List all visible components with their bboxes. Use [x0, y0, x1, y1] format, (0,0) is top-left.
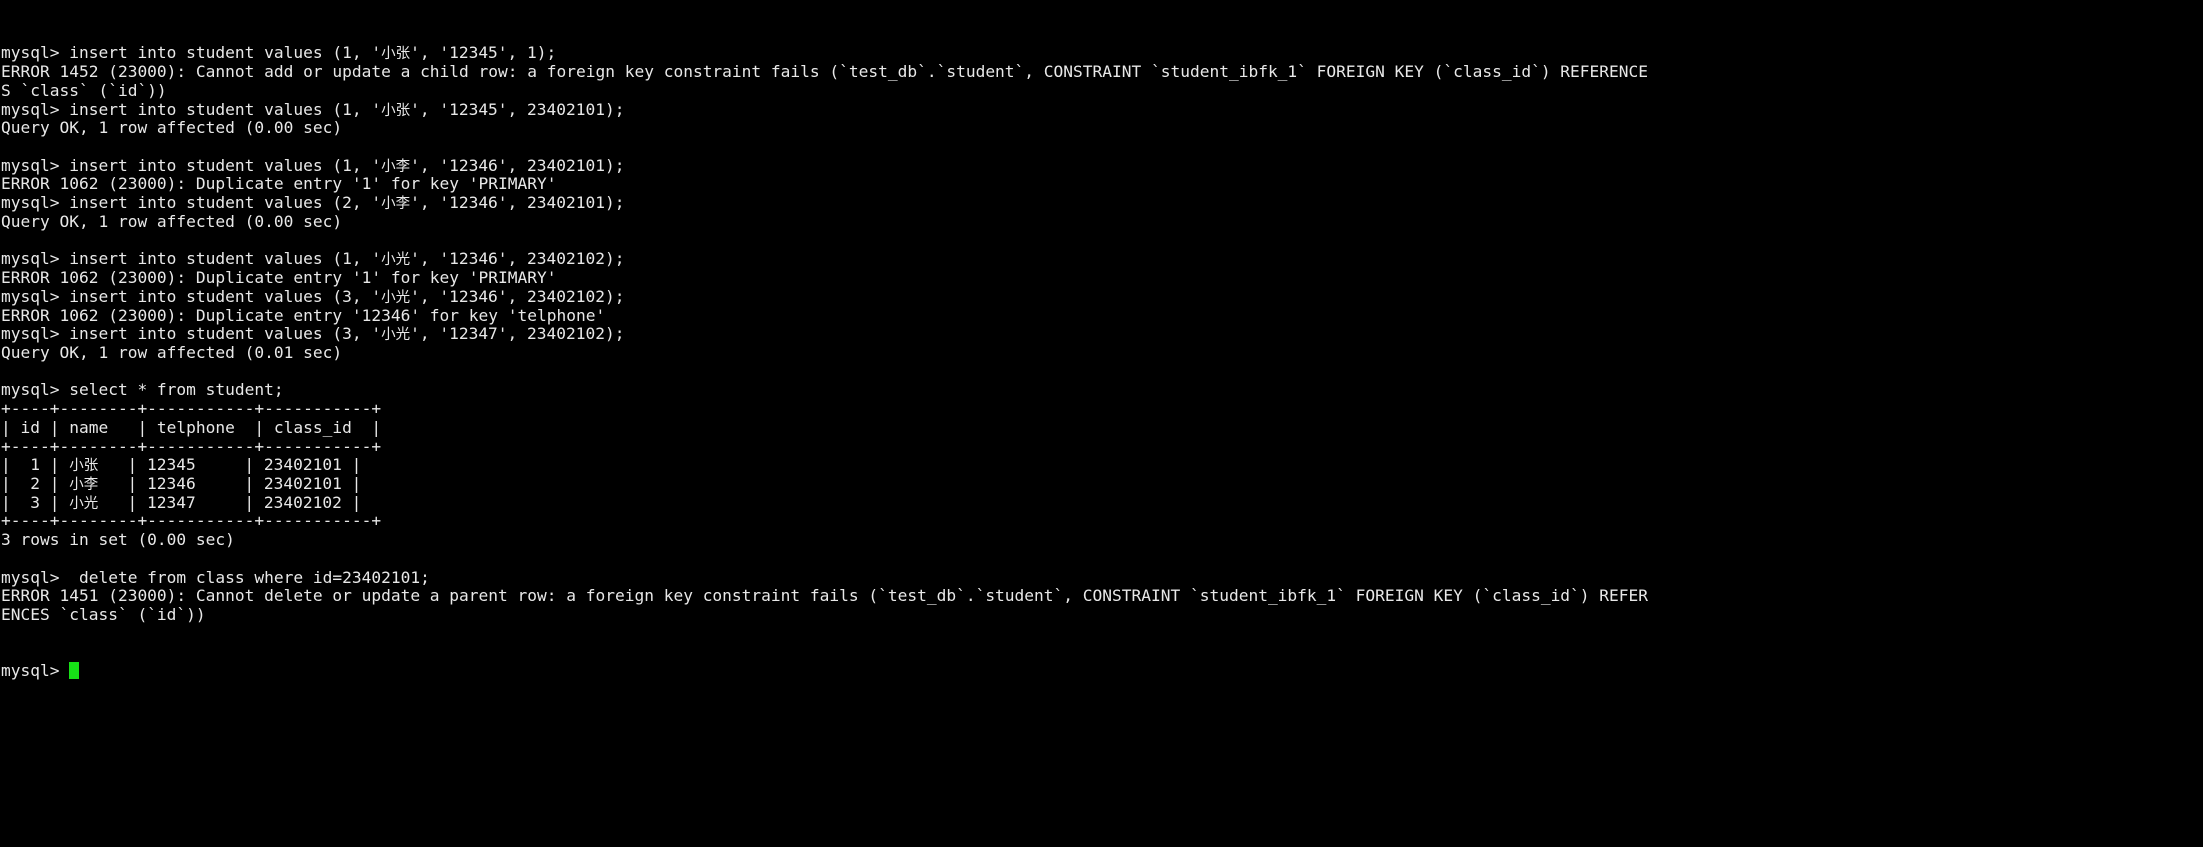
terminal-line: mysql> insert into student values (1, '小…	[1, 43, 557, 63]
terminal-line: ENCES `class` (`id`))	[1, 605, 206, 624]
terminal-line: ERROR 1062 (23000): Duplicate entry '1' …	[1, 174, 557, 194]
cjk-text: 小李	[381, 196, 411, 213]
terminal-line: mysql> select * from student;	[1, 380, 284, 400]
cjk-text: 小光	[381, 252, 411, 269]
terminal-screen[interactable]: mysql> insert into student values (1, '小…	[0, 0, 2203, 847]
terminal-line: +----+--------+-----------+-----------+	[1, 511, 382, 531]
terminal-line: ERROR 1452 (23000): Cannot add or update…	[1, 62, 1649, 82]
terminal-line: mysql> insert into student values (3, '小…	[1, 324, 625, 344]
cjk-text: 小光	[381, 289, 411, 306]
terminal-line: +----+--------+-----------+-----------+	[1, 436, 382, 456]
cjk-text: 小张	[381, 102, 411, 119]
terminal-line: | 1 | 小张 | 12345 | 23402101 |	[1, 455, 362, 475]
terminal-line: ERROR 1062 (23000): Duplicate entry '123…	[1, 305, 606, 325]
terminal-line: Query OK, 1 row affected (0.01 sec)	[1, 342, 343, 362]
cjk-text: 小光	[69, 495, 99, 512]
terminal-line: | 2 | 小李 | 12346 | 23402101 |	[1, 473, 362, 493]
terminal-line: mysql> insert into student values (1, '小…	[1, 155, 625, 175]
cjk-text: 小李	[381, 158, 411, 175]
cjk-text: 小李	[69, 476, 99, 493]
terminal-line: mysql> insert into student values (3, '小…	[1, 286, 625, 306]
terminal-line: mysql> insert into student values (2, '小…	[1, 193, 625, 213]
terminal-line: | id | name | telphone | class_id |	[1, 417, 382, 437]
terminal-line: Query OK, 1 row affected (0.00 sec)	[1, 211, 343, 231]
terminal-line: mysql> delete from class where id=234021…	[1, 567, 430, 587]
terminal-line: ERROR 1451 (23000): Cannot delete or upd…	[1, 586, 1649, 606]
cjk-text: 小光	[381, 327, 411, 344]
terminal-line: | 3 | 小光 | 12347 | 23402102 |	[1, 492, 362, 512]
cjk-text: 小张	[69, 458, 99, 475]
terminal-prompt-line: mysql>	[1, 661, 2203, 681]
cjk-text: 小张	[381, 46, 411, 63]
text-cursor	[69, 662, 79, 680]
terminal-output: mysql> insert into student values (1, '小…	[1, 44, 2203, 624]
terminal-line: +----+--------+-----------+-----------+	[1, 399, 382, 419]
terminal-line: Query OK, 1 row affected (0.00 sec)	[1, 118, 343, 138]
terminal-line: mysql> insert into student values (1, '小…	[1, 99, 625, 119]
terminal-line: ERROR 1062 (23000): Duplicate entry '1' …	[1, 268, 557, 288]
terminal-line: mysql> insert into student values (1, '小…	[1, 249, 625, 269]
prompt-text: mysql>	[1, 661, 70, 681]
terminal-line: S `class` (`id`))	[1, 80, 167, 100]
terminal-line: 3 rows in set (0.00 sec)	[1, 530, 235, 550]
